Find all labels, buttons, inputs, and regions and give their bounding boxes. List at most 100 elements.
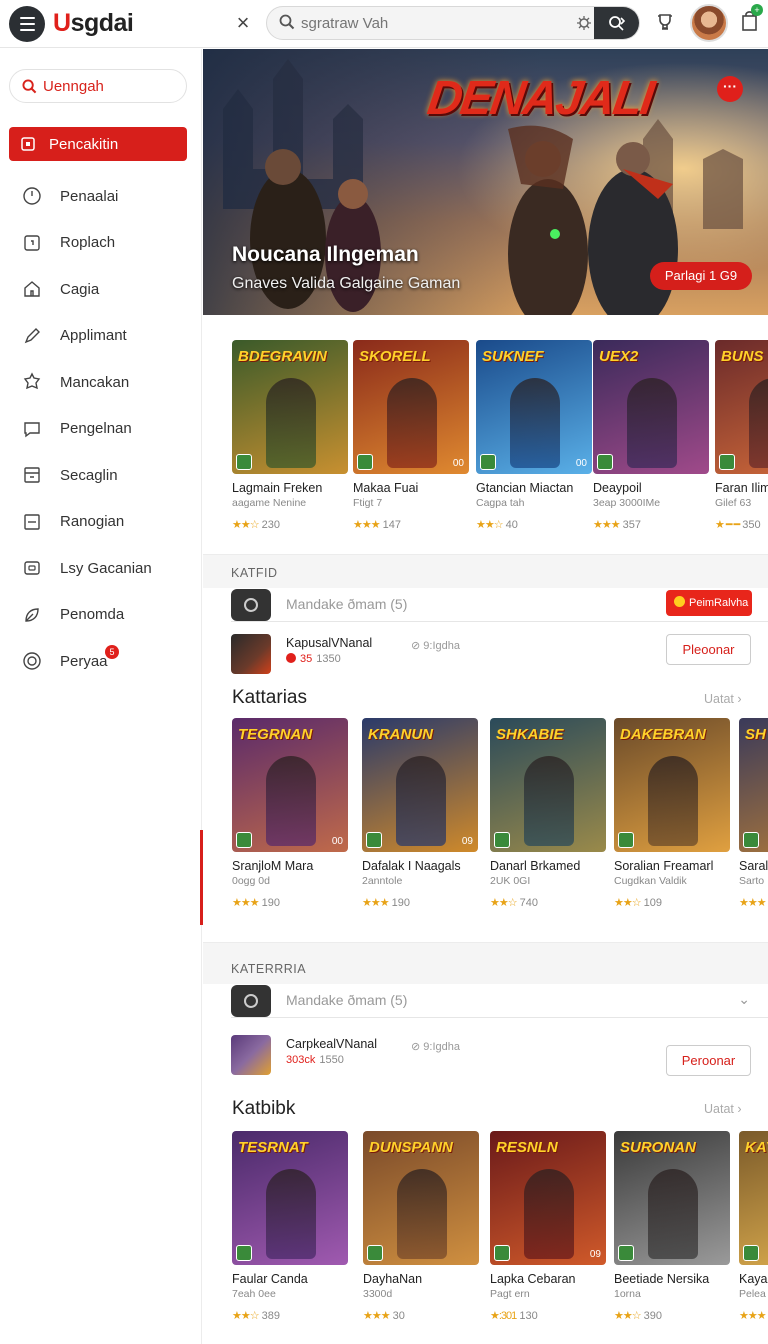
- pen-icon: [21, 325, 43, 347]
- game-title: Faran Ilim: [715, 481, 768, 495]
- game-cover[interactable]: UEX2: [593, 340, 709, 474]
- promo-meta-count: 1550: [319, 1054, 344, 1066]
- trophy-icon[interactable]: [655, 12, 675, 32]
- game-cover[interactable]: TESRNAT: [232, 1131, 348, 1265]
- sidebar-item-pengelnan[interactable]: Pengelnan: [9, 406, 187, 453]
- game-card[interactable]: TEGRNAN 00 SranjloM Mara 0ogg 0d ★★★ 190: [232, 718, 350, 909]
- game-card[interactable]: SHKABIE Danarl Brkamed 2UK 0GI ★★☆ 740: [490, 718, 608, 909]
- promo-action-button[interactable]: Pleoonar: [666, 634, 751, 665]
- game-cover[interactable]: DAKEBRAN: [614, 718, 730, 852]
- game-title: Gtancian Miactan: [476, 481, 574, 495]
- game-cover[interactable]: BUNS: [715, 340, 768, 474]
- game-card[interactable]: SH Saral Sarto ★★★: [739, 718, 768, 909]
- game-card[interactable]: BUNS Faran Ilim Gilef 63 ★ ━ ━ 350: [715, 340, 768, 531]
- app-logo[interactable]: Usgdai: [53, 9, 134, 38]
- game-cover[interactable]: RESNLN 09: [490, 1131, 606, 1265]
- game-card[interactable]: DUNSPANN DayhaNan 3300d ★★★ 30: [363, 1131, 481, 1322]
- game-cover-title: DUNSPANN: [369, 1139, 453, 1156]
- promo-extra-label: 9:Igdha: [423, 1041, 460, 1053]
- sidebar-item-lsy-gacanian[interactable]: Lsy Gacanian: [9, 545, 187, 592]
- sidebar-item-secaglin[interactable]: Secaglin: [9, 452, 187, 499]
- game-card[interactable]: DAKEBRAN Soralian Freamarl Cugdkan Valdik ★…: [614, 718, 732, 909]
- star-icons: ★:301: [490, 1310, 517, 1322]
- game-cover[interactable]: KAY: [739, 1131, 768, 1265]
- game-card[interactable]: SUKNEF 00 Gtancian Miactan Cagpa tah ★★☆ 40: [476, 340, 594, 531]
- game-card[interactable]: KRANUN 09 Dafalak I Naagals 2anntole ★★★ 190: [362, 718, 480, 909]
- sidebar-item-roplach[interactable]: Roplach: [9, 220, 187, 267]
- game-card[interactable]: BDEGRAVIN Lagmain Freken aagame Nenine ★★☆ …: [232, 340, 350, 531]
- section-header-label: KATFID: [231, 566, 278, 580]
- sidebar-item-ranogian[interactable]: Ranogian: [9, 499, 187, 546]
- search-submit-button[interactable]: [594, 7, 639, 39]
- promo-extra: ⊘ 9:Igdha: [411, 639, 460, 652]
- box-icon: [21, 232, 43, 254]
- sidebar-item-applimant[interactable]: Applimant: [9, 313, 187, 360]
- search-bar[interactable]: [266, 6, 640, 40]
- game-card[interactable]: SKORELL 00 Makaa Fuai Ftigt 7 ★★★ 147: [353, 340, 471, 531]
- chevron-down-icon[interactable]: ⌄: [738, 991, 750, 1008]
- star-icons: ★★☆: [490, 897, 518, 909]
- game-card[interactable]: SURONAN Beetiade Nersika 1orna ★★☆ 390: [614, 1131, 732, 1322]
- filter-row[interactable]: Mandake ðmam (5) ⌄: [231, 984, 768, 1018]
- game-row-featured: BDEGRAVIN Lagmain Freken aagame Nenine ★★☆ …: [203, 340, 768, 550]
- game-subtitle: 3300d: [363, 1288, 393, 1300]
- star-icons: ★★☆: [614, 1310, 642, 1322]
- sidebar-item-label: Cagia: [60, 280, 100, 298]
- hamburger-menu-button[interactable]: [9, 6, 45, 42]
- game-cover[interactable]: SURONAN: [614, 1131, 730, 1265]
- hero-banner[interactable]: DENAJALI ··· Noucana Ilngeman Gnaves Val…: [203, 49, 768, 315]
- game-title: Beetiade Nersika: [614, 1272, 710, 1286]
- sidebar-item-penomda[interactable]: Penomda: [9, 592, 187, 639]
- sidebar-search[interactable]: Uenngah: [9, 69, 187, 103]
- sidebar-item-penaalai[interactable]: Penaalai: [9, 173, 187, 220]
- game-card[interactable]: KAY Kaya Pelea ★★★: [739, 1131, 768, 1322]
- game-subtitle: Ftigt 7: [353, 497, 383, 509]
- search-input[interactable]: [301, 7, 571, 39]
- promo-item[interactable]: CarpkealVNanal 303ck 1550 ⊘ 9:Igdha Peroo…: [231, 1035, 768, 1085]
- sidebar-item-mancakan[interactable]: Mancakan: [9, 359, 187, 406]
- more-options-button[interactable]: ···: [717, 76, 743, 102]
- sidebar-item-pencakitin[interactable]: Pencakitin: [9, 127, 187, 161]
- game-title: Makaa Fuai: [353, 481, 419, 495]
- hero-logo: DENAJALI: [424, 72, 656, 125]
- game-cover[interactable]: SHKABIE: [490, 718, 606, 852]
- star-icons: ★★☆: [476, 519, 504, 531]
- game-subtitle: Cugdkan Valdik: [614, 875, 687, 887]
- promo-item[interactable]: KapusalVNanal 35 1350 ⊘ 9:Igdha Pleoonar: [231, 634, 768, 684]
- character-art: [524, 756, 574, 846]
- game-card[interactable]: UEX2 Deaypoil 3eap 3000IMe ★★★ 357: [593, 340, 711, 531]
- close-icon[interactable]: ×: [232, 10, 254, 36]
- game-cover[interactable]: TEGRNAN 00: [232, 718, 348, 852]
- user-avatar[interactable]: [690, 4, 728, 42]
- game-cover[interactable]: KRANUN 09: [362, 718, 478, 852]
- promo-pill-button[interactable]: PeimRalvha: [666, 590, 752, 616]
- promo-meta: 303ck 1550: [286, 1054, 344, 1066]
- calendar-icon: [21, 464, 43, 486]
- section-title: Kattarias: [232, 687, 307, 708]
- hero-title: Noucana Ilngeman: [232, 243, 419, 266]
- search-go-icon: [608, 16, 625, 31]
- sidebar-item-peryaa[interactable]: Peryaa 5: [9, 638, 187, 685]
- game-cover[interactable]: SH: [739, 718, 768, 852]
- character-art: [648, 1169, 698, 1259]
- game-cover[interactable]: DUNSPANN: [363, 1131, 479, 1265]
- rating-count: 109: [643, 897, 663, 909]
- game-card[interactable]: TESRNAT Faular Canda 7eah 0ee ★★☆ 389: [232, 1131, 350, 1322]
- see-all-link[interactable]: Uatat ›: [704, 692, 742, 706]
- game-title: Saral: [739, 859, 768, 873]
- game-cover[interactable]: BDEGRAVIN: [232, 340, 348, 474]
- promo-action-button[interactable]: Peroonar: [666, 1045, 751, 1076]
- game-cover[interactable]: SKORELL 00: [353, 340, 469, 474]
- see-all-link[interactable]: Uatat ›: [704, 1102, 742, 1116]
- character-art: [396, 756, 446, 846]
- game-cover[interactable]: SUKNEF 00: [476, 340, 592, 474]
- game-card[interactable]: RESNLN 09 Lapka Cebaran Pagt ern ★:301 130: [490, 1131, 608, 1322]
- platform-icon: [366, 832, 382, 848]
- section-title: Katbibk: [232, 1098, 296, 1119]
- hero-play-button[interactable]: Parlagi 1 G9: [650, 262, 752, 290]
- sidebar-nav: Pencakitin Penaalai Roplach Cagia Applimant M…: [9, 127, 187, 685]
- game-subtitle: Gilef 63: [715, 497, 752, 509]
- sidebar-item-cagia[interactable]: Cagia: [9, 266, 187, 313]
- settings-icon[interactable]: [576, 15, 592, 31]
- sidebar-item-label: Pengelnan: [60, 420, 132, 438]
